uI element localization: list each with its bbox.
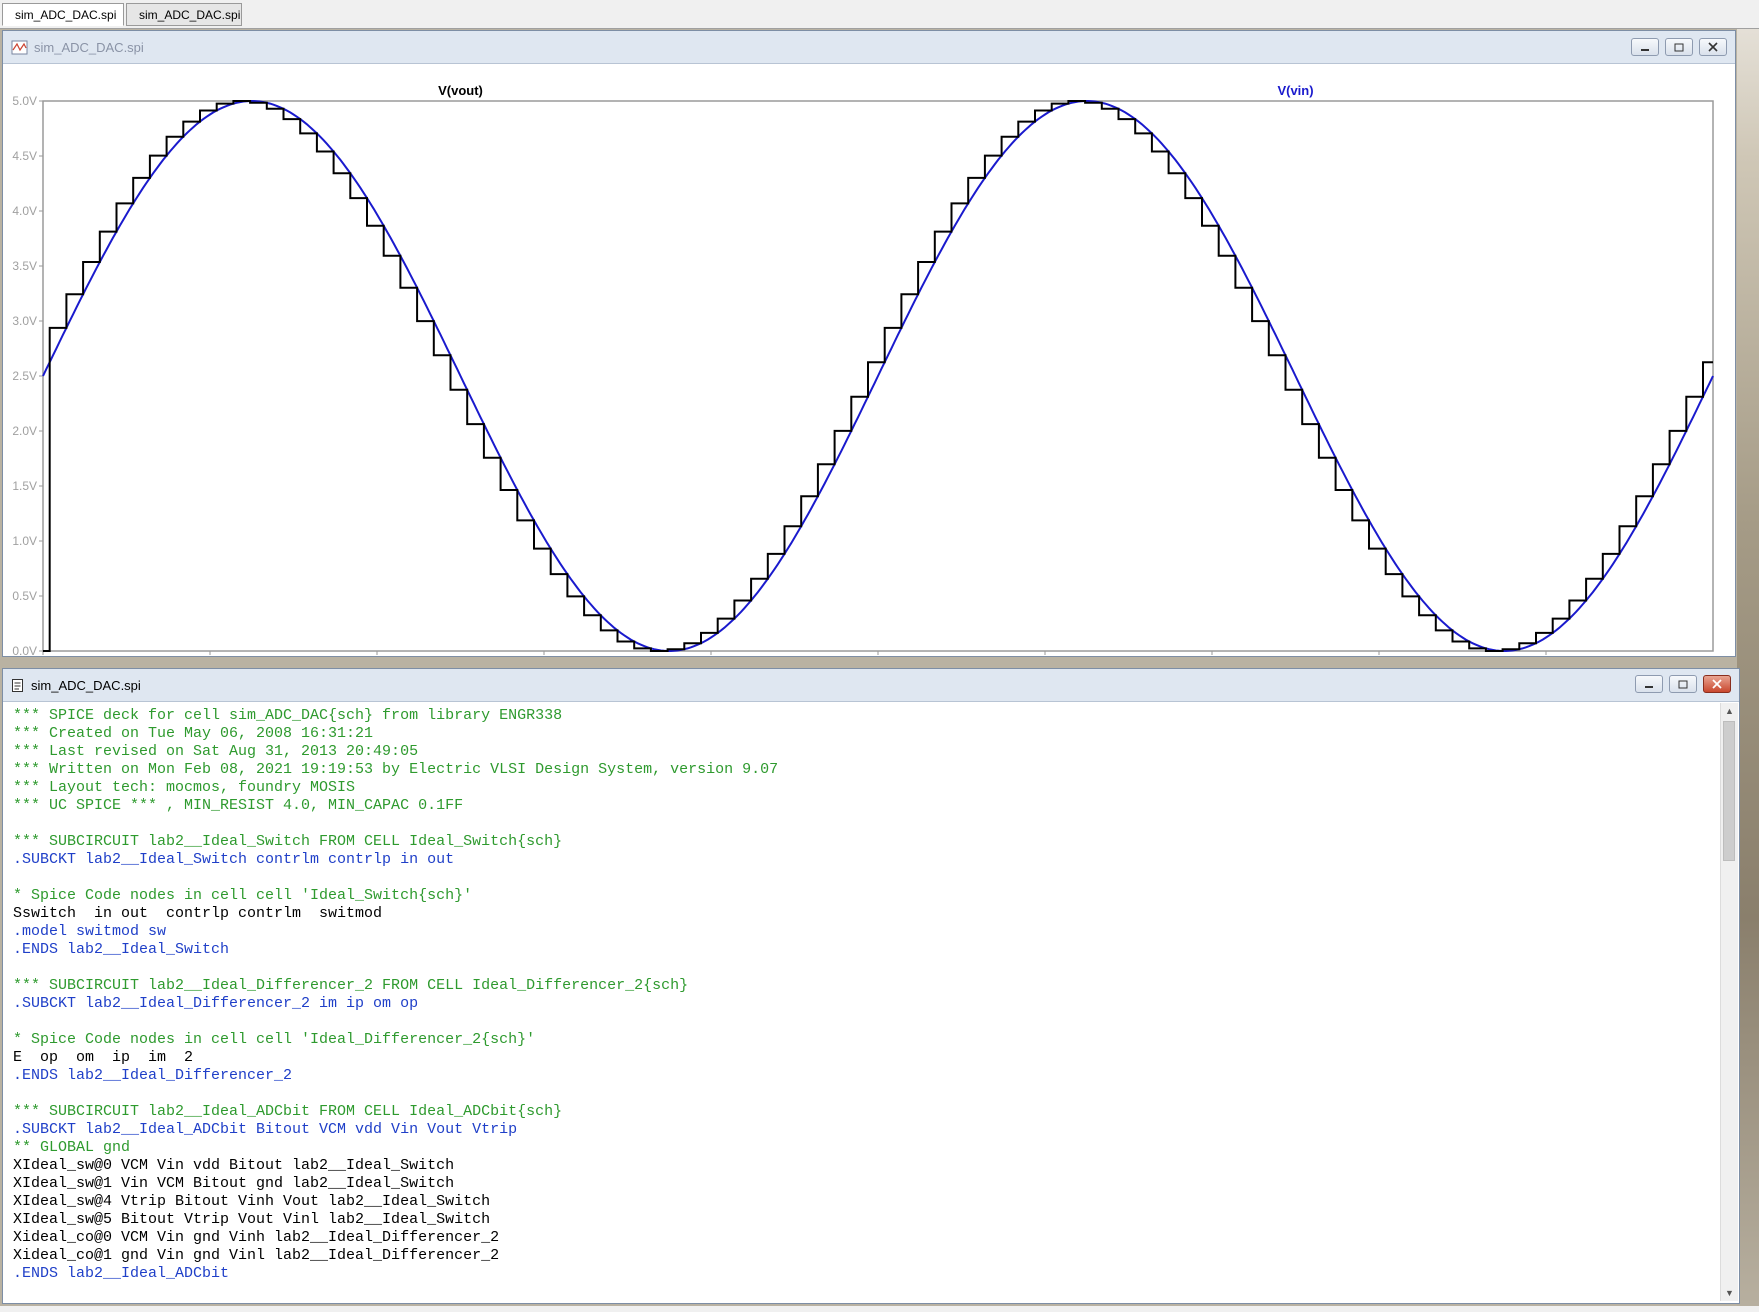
scroll-thumb[interactable] [1723, 721, 1735, 861]
restore-icon [1674, 43, 1684, 52]
waveform-window-titlebar[interactable]: sim_ADC_DAC.spi [3, 31, 1735, 64]
netlist-line: * Spice Code nodes in cell cell 'Ideal_D… [13, 1031, 536, 1048]
netlist-line: E op om ip im 2 [13, 1049, 194, 1066]
y-tick-label: 0.0V [12, 644, 37, 656]
netlist-doc-icon [12, 678, 23, 692]
y-tick-label: 1.5V [12, 479, 37, 493]
netlist-line: *** Last revised on Sat Aug 31, 2013 20:… [13, 743, 419, 760]
netlist-line: Xideal_co@0 VCM Vin gnd Vinh lab2__Ideal… [13, 1229, 500, 1246]
netlist-line [13, 959, 1715, 977]
close-button[interactable] [1699, 38, 1727, 56]
netlist-window-controls [1635, 675, 1731, 693]
netlist-line: Xideal_co@1 gnd Vin gnd Vinl lab2__Ideal… [13, 1247, 500, 1264]
waveform-plot[interactable]: 0.0V 0.5V 1.0V 1.5V 2.0V 2.5V 3.0V 3.5V 4.0V 4.5V… [3, 63, 1735, 656]
netlist-line: .SUBCKT lab2__Ideal_ADCbit Bitout VCM vd… [13, 1121, 518, 1138]
netlist-line [13, 1013, 1715, 1031]
netlist-line: ** GLOBAL gnd [13, 1139, 131, 1156]
tab-waveform-label: sim_ADC_DAC.spi [139, 7, 241, 22]
netlist-line: *** SUBCIRCUIT lab2__Ideal_ADCbit FROM C… [13, 1103, 563, 1120]
netlist-line: Sswitch in out contrlp contrlm switmod [13, 905, 383, 922]
y-tick-label: 2.5V [12, 369, 37, 383]
netlist-text-area[interactable]: *** SPICE deck for cell sim_ADC_DAC{sch}… [13, 707, 1715, 1299]
maximize-button[interactable] [1669, 675, 1697, 693]
netlist-line: .SUBCKT lab2__Ideal_Switch contrlm contr… [13, 851, 455, 868]
netlist-line: .model switmod sw [13, 923, 167, 940]
y-axis: 0.0V 0.5V 1.0V 1.5V 2.0V 2.5V 3.0V 3.5V 4.0V 4.5V… [12, 94, 43, 656]
minimize-button[interactable] [1635, 675, 1663, 693]
close-icon [1712, 679, 1722, 689]
y-tick-label: 3.5V [12, 259, 37, 273]
netlist-line: * Spice Code nodes in cell cell 'Ideal_S… [13, 887, 473, 904]
close-button[interactable] [1703, 675, 1731, 693]
netlist-line: *** Written on Mon Feb 08, 2021 19:19:53… [13, 761, 779, 778]
y-tick-label: 1.0V [12, 534, 37, 548]
maximize-button[interactable] [1665, 38, 1693, 56]
y-tick-label: 2.0V [12, 424, 37, 438]
netlist-window-title: sim_ADC_DAC.spi [31, 677, 141, 693]
netlist-line: *** SUBCIRCUIT lab2__Ideal_Differencer_2… [13, 977, 689, 994]
restore-icon [1678, 680, 1688, 689]
trace-label-vout[interactable]: V(vout) [438, 83, 483, 98]
tab-netlist-label: sim_ADC_DAC.spi [15, 7, 117, 22]
netlist-line: *** SUBCIRCUIT lab2__Ideal_Switch FROM C… [13, 833, 563, 850]
y-tick-label: 5.0V [12, 94, 37, 108]
netlist-line [13, 1085, 1715, 1103]
netlist-line: *** SPICE deck for cell sim_ADC_DAC{sch}… [13, 707, 563, 724]
minimize-button[interactable] [1631, 38, 1659, 56]
netlist-line: .ENDS lab2__Ideal_Differencer_2 [13, 1067, 293, 1084]
status-bar [0, 1306, 1759, 1312]
minimize-icon [1641, 49, 1649, 51]
netlist-window-titlebar[interactable]: sim_ADC_DAC.spi [3, 669, 1739, 702]
scroll-down-icon[interactable]: ▼ [1721, 1285, 1738, 1301]
vertical-scrollbar[interactable]: ▲ ▼ [1720, 703, 1738, 1301]
netlist-line: *** Created on Tue May 06, 2008 16:31:21 [13, 725, 374, 742]
y-tick-label: 3.0V [12, 314, 37, 328]
netlist-line: XIdeal_sw@5 Bitout Vtrip Vout Vinl lab2_… [13, 1211, 491, 1228]
desktop-background [1737, 0, 1759, 1312]
trace-label-vin[interactable]: V(vin) [1277, 83, 1313, 98]
netlist-line: XIdeal_sw@4 Vtrip Bitout Vinh Vout lab2_… [13, 1193, 491, 1210]
netlist-line: *** Layout tech: mocmos, foundry MOSIS [13, 779, 356, 796]
y-tick-label: 4.0V [12, 204, 37, 218]
netlist-line: .SUBCKT lab2__Ideal_Differencer_2 im ip … [13, 995, 419, 1012]
document-tab-bar: sim_ADC_DAC.spi sim_ADC_DAC.spi [0, 0, 1759, 29]
waveform-window-controls [1631, 38, 1727, 56]
waveform-icon [11, 40, 28, 54]
close-icon [1708, 42, 1718, 52]
y-tick-label: 4.5V [12, 149, 37, 163]
y-tick-label: 0.5V [12, 589, 37, 603]
netlist-line: .ENDS lab2__Ideal_Switch [13, 941, 230, 958]
tab-netlist[interactable]: sim_ADC_DAC.spi [2, 3, 124, 26]
tab-waveform[interactable]: sim_ADC_DAC.spi [126, 3, 242, 26]
waveform-window-title: sim_ADC_DAC.spi [34, 39, 144, 55]
scroll-up-icon[interactable]: ▲ [1721, 703, 1738, 719]
netlist-line [13, 869, 1715, 887]
waveform-window: sim_ADC_DAC.spi 0.0V 0.5V 1.0V 1.5V 2.0V 2.5V… [2, 30, 1736, 657]
minimize-icon [1645, 686, 1653, 688]
netlist-window: sim_ADC_DAC.spi *** SPICE deck for cell … [2, 668, 1740, 1304]
netlist-line: *** UC SPICE *** , MIN_RESIST 4.0, MIN_C… [13, 797, 464, 814]
netlist-line [13, 815, 1715, 833]
netlist-line: XIdeal_sw@0 VCM Vin vdd Bitout lab2__Ide… [13, 1157, 455, 1174]
netlist-line: XIdeal_sw@1 Vin VCM Bitout gnd lab2__Ide… [13, 1175, 455, 1192]
netlist-line: .ENDS lab2__Ideal_ADCbit [13, 1265, 230, 1282]
